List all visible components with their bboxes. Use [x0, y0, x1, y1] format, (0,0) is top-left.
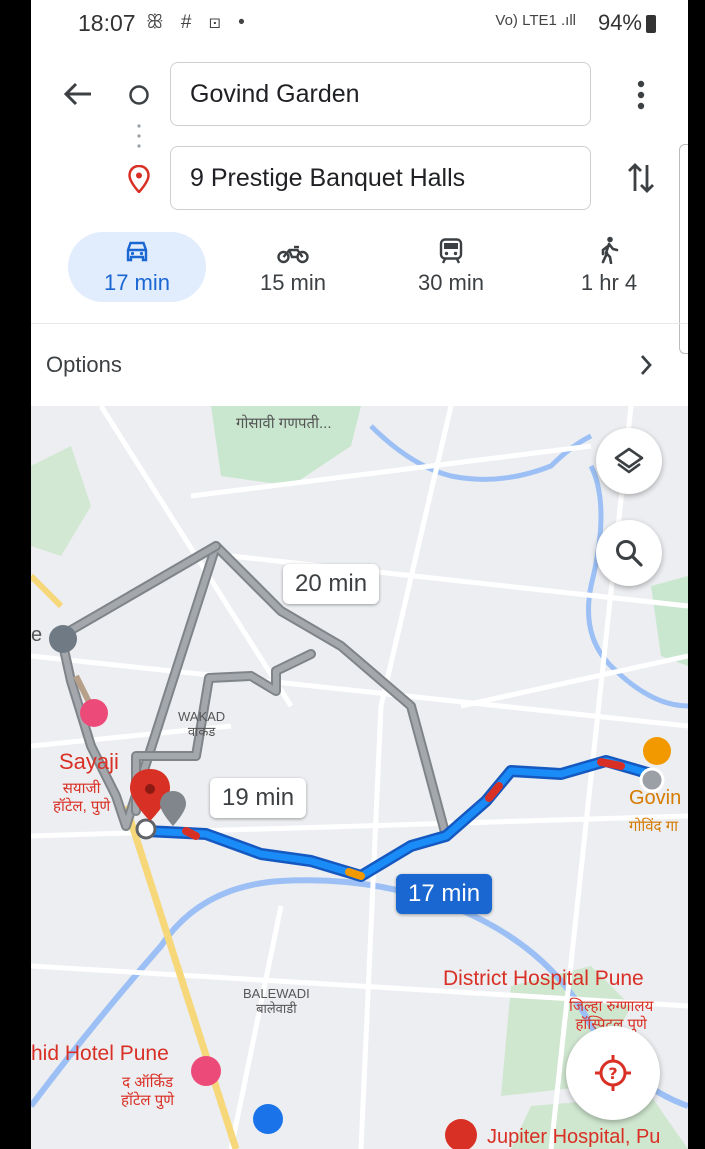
- park-area: [651, 576, 688, 666]
- my-location-button[interactable]: ?: [566, 1026, 660, 1120]
- walk-icon: [601, 236, 619, 264]
- route-time-bubble-20min[interactable]: 20 min: [283, 564, 380, 604]
- options-label: Options: [46, 352, 122, 377]
- destination-field[interactable]: 9 Prestige Banquet Halls: [170, 146, 591, 210]
- swap-vert-icon: [628, 163, 654, 193]
- back-button[interactable]: [55, 74, 101, 114]
- sayaji-local-label: सयाजी हॉटेल, पुणे: [53, 780, 111, 815]
- origin-field[interactable]: Govind Garden: [170, 62, 591, 126]
- shopping-cart-icon: [253, 1104, 283, 1134]
- search-icon: [616, 540, 643, 567]
- maps-directions-screen: 18:07 ꕥ # ⊡ • Vo) LTE1 .ıll 94% Govind G…: [31, 0, 688, 1149]
- mode-driving-tab[interactable]: 17 min: [68, 232, 206, 302]
- battery-icon: [646, 15, 656, 33]
- search-along-route-button[interactable]: [596, 520, 662, 586]
- mode-driving-time: 17 min: [103, 270, 171, 295]
- restaurant-icon: [643, 737, 671, 765]
- more-vert-icon: [637, 80, 645, 110]
- jupiter-hospital-label: Jupiter Hospital, Pu: [487, 1126, 661, 1148]
- sayaji-label: Sayaji: [59, 749, 119, 774]
- location-unknown-icon: ?: [595, 1055, 631, 1091]
- mode-motorcycle-time: 15 min: [259, 270, 327, 295]
- mode-motorcycle-tab[interactable]: 15 min: [224, 232, 362, 302]
- network-indicator: Vo) LTE1 .ıll: [495, 12, 576, 29]
- park-area: [31, 446, 91, 556]
- travel-mode-tabs: 17 min 15 min 30 min 1 hr 4: [31, 232, 688, 304]
- landmark-icon: [49, 625, 77, 653]
- mode-walking-time: 1 hr 4: [580, 270, 638, 295]
- swap-directions-button[interactable]: [621, 156, 661, 200]
- options-row[interactable]: Options: [31, 323, 688, 408]
- motorcycle-icon: [277, 245, 309, 264]
- govind-local-label: गोविंद गा: [629, 818, 679, 835]
- balewadi-label: BALEWADI बालेवाडी: [243, 986, 310, 1016]
- map-view[interactable]: गोसावी गणपती... WAKAD वाकड Sayaji सयाजी …: [31, 406, 688, 1149]
- layers-icon: [614, 447, 644, 474]
- route-time-bubble-19min[interactable]: 19 min: [210, 778, 307, 818]
- more-options-button[interactable]: [623, 74, 659, 116]
- hotel-icon: [191, 1056, 221, 1086]
- route-time-bubble-17min[interactable]: 17 min: [396, 874, 493, 914]
- layers-button[interactable]: [596, 428, 662, 494]
- back-arrow-icon: [63, 82, 91, 106]
- origin-circle-icon: [129, 85, 149, 105]
- orchid-hotel-local-label: द ऑर्किड हॉटेल पुणे: [121, 1074, 175, 1109]
- orchid-hotel-label: hid Hotel Pune: [31, 1042, 169, 1065]
- battery-level: 94%: [597, 10, 642, 35]
- govind-label: Govin: [629, 787, 682, 809]
- mode-transit-tab[interactable]: 30 min: [382, 232, 520, 302]
- hotel-icon: [80, 699, 108, 727]
- svg-text:?: ?: [608, 1064, 617, 1083]
- mode-transit-time: 30 min: [417, 270, 485, 295]
- mode-walking-tab[interactable]: 1 hr 4: [540, 232, 678, 302]
- destination-pin-icon: [128, 165, 150, 193]
- wakad-label: WAKAD वाकड: [178, 709, 226, 739]
- status-bar: 18:07 ꕥ # ⊡ • Vo) LTE1 .ıll 94%: [31, 0, 688, 52]
- highway: [31, 573, 64, 609]
- notification-icons: ꕥ # ⊡ •: [146, 12, 251, 33]
- status-time: 18:07: [78, 10, 136, 36]
- edge-label: e: [31, 624, 43, 646]
- car-icon: [126, 241, 148, 262]
- transit-icon: [439, 238, 463, 264]
- hospital-icon: [445, 1119, 477, 1149]
- route-dots-icon: [137, 124, 141, 148]
- place-pin-icon: [160, 791, 186, 826]
- chevron-right-icon: [640, 355, 652, 375]
- district-hospital-label: District Hospital Pune: [443, 967, 644, 990]
- area-label: गोसावी गणपती...: [236, 415, 332, 432]
